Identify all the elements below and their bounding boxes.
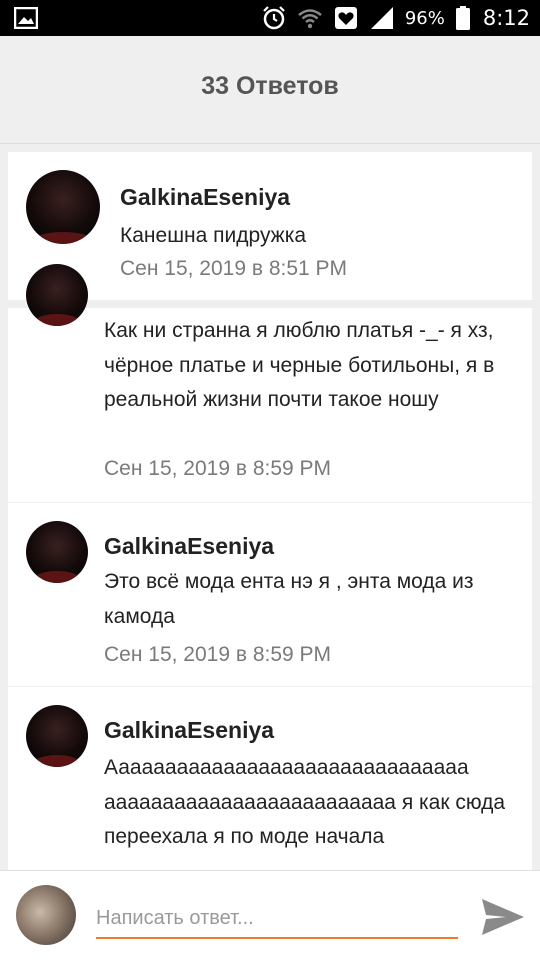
reply-bar <box>0 870 540 960</box>
status-bar: 96% 8:12 <box>0 0 540 36</box>
comment-date: Сен 15, 2019 в 8:51 PM <box>120 257 348 280</box>
alarm-icon <box>263 6 285 30</box>
user-avatar[interactable] <box>16 885 76 945</box>
comment-text: Это всё мода ента нэ я , энта мода из ка… <box>104 570 474 628</box>
comment-date: Сен 15, 2019 в 8:59 PM <box>104 643 332 666</box>
page-title: 33 Ответов <box>201 72 339 100</box>
gallery-icon <box>14 7 38 29</box>
reply-input[interactable] <box>96 899 458 939</box>
avatar[interactable] <box>26 705 88 767</box>
comment-author[interactable]: GalkinaEseniya <box>104 533 274 560</box>
comment-author[interactable]: GalkinaEseniya <box>120 184 290 211</box>
heart-notification-icon <box>334 7 357 29</box>
comment-text: Как ни странна я люблю платья -_- я хз, … <box>104 319 495 411</box>
signal-icon <box>370 7 393 29</box>
avatar[interactable] <box>26 264 88 326</box>
wifi-icon <box>298 9 322 29</box>
comment-item[interactable]: GalkinaEseniya Канешна пидружка Сен 15, … <box>8 152 532 300</box>
comment-item[interactable]: GalkinaEseniya Ааааааааааааааааааааааааа… <box>8 687 532 870</box>
app-header: 33 Ответов <box>0 36 540 144</box>
comment-author[interactable]: GalkinaEseniya <box>104 717 274 744</box>
comment-date: Сен 15, 2019 в 8:59 PM <box>104 457 332 480</box>
avatar[interactable] <box>26 521 88 583</box>
comment-text: Ааааааааааааааааааааааааааааааа аааааааа… <box>104 756 506 848</box>
comment-item[interactable]: Как ни странна я люблю платья -_- я хз, … <box>8 264 532 502</box>
comments-list[interactable]: GalkinaEseniya Канешна пидружка Сен 15, … <box>8 152 532 870</box>
comment-text: Канешна пидружка <box>120 224 307 247</box>
battery-percentage: 96% <box>404 7 445 29</box>
avatar[interactable] <box>26 170 100 244</box>
battery-icon <box>455 6 470 30</box>
send-icon[interactable] <box>478 897 526 937</box>
clock: 8:12 <box>482 6 530 30</box>
comment-item[interactable]: GalkinaEseniya Это всё мода ента нэ я , … <box>8 503 532 686</box>
